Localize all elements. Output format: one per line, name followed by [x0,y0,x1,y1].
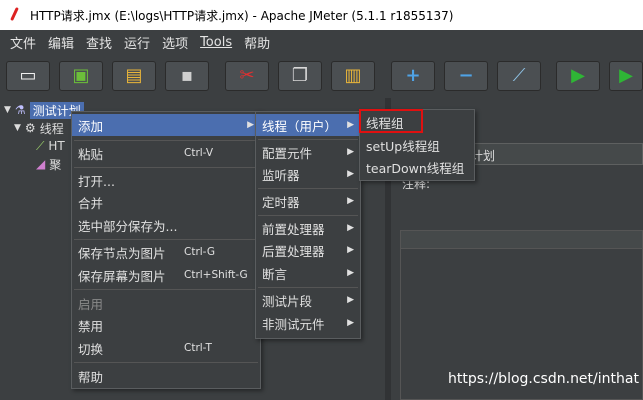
tree-node-thread-group[interactable]: ▼ ⚙ 线程 [14,119,64,137]
submenu-item-test-fragment[interactable]: 测试片段 ▶ [256,289,360,311]
submenu-item-assertion[interactable]: 断言 ▶ [256,262,360,284]
submenu-item-non-test-elements[interactable]: 非测试元件 ▶ [256,312,360,334]
submenu-item-threads[interactable]: 线程（用户） ▶ [256,114,360,136]
start-icon: ▶ [571,65,585,86]
collapse-all-button[interactable]: − [444,61,488,91]
paste-button[interactable]: ▥ [331,61,375,91]
submenu-item-pre-processor[interactable]: 前置处理器 ▶ [256,217,360,239]
menu-separator [258,188,358,189]
menu-separator [74,167,258,168]
tree-node-http-request[interactable]: ⟋ HT [36,137,65,155]
save-icon: ▪ [180,65,194,86]
menu-item-open[interactable]: 打开... [72,169,260,191]
menu-tools[interactable]: Tools [194,35,238,50]
menu-bar: 文件 编辑 查找 运行 选项 Tools 帮助 [0,30,643,54]
window-title: HTTP请求.jmx (E:\logs\HTTP请求.jmx) - Apache… [30,8,454,23]
expand-arrow-icon[interactable]: ▼ [14,123,21,133]
submenu-arrow-icon: ▶ [347,147,354,157]
tree-label-http: HT [48,139,65,153]
pipette-icon: ⟋ [36,138,45,153]
submenu-arrow-icon: ▶ [347,268,354,278]
menu-separator [74,239,258,240]
menu-separator [258,287,358,288]
menu-help[interactable]: 帮助 [238,33,276,52]
tree-label-thread-group: 线程 [39,121,64,136]
submenu-arrow-icon: ▶ [347,196,354,206]
expand-arrow-icon[interactable]: ▼ [4,105,11,115]
chart-icon: ◢ [36,157,46,171]
menu-edit[interactable]: 编辑 [42,33,80,52]
tree-label-listener: 聚 [49,157,62,172]
submenu-arrow-icon: ▶ [347,120,354,130]
submenu-item-timer[interactable]: 定时器 ▶ [256,190,360,212]
menu-options[interactable]: 选项 [156,33,194,52]
add-submenu: 线程（用户） ▶ 配置元件 ▶ 监听器 ▶ 定时器 ▶ 前置处理器 ▶ 后置处理… [255,111,361,339]
toolbar: ▭ ▣ ▤ ▪ ✂ ❐ ▥ + − ⟋ ▶ ▶ [0,54,643,98]
open-icon: ▤ [125,65,143,86]
menu-item-save-selection-as[interactable]: 选中部分保存为... [72,214,260,236]
menu-search[interactable]: 查找 [80,33,118,52]
menu-separator [74,140,258,141]
new-icon: ▭ [19,65,37,86]
flask-icon: ⚗ [14,103,26,117]
variables-table-header [401,231,642,249]
context-menu: 添加 ▶ 粘贴 Ctrl-V 打开... 合并 选中部分保存为... 保存节点为… [71,111,261,389]
submenu-arrow-icon: ▶ [247,120,254,130]
menu-item-disable[interactable]: 禁用 [72,314,260,336]
tree-node-listener[interactable]: ◢ 聚 [36,155,61,173]
menu-item-help[interactable]: 帮助 [72,365,260,387]
new-button[interactable]: ▭ [6,61,50,91]
menu-item-enable: 启用 [78,296,104,312]
menu-separator [74,362,258,363]
submenu-item-setup-thread-group[interactable]: setUp线程组 [360,134,474,156]
templates-icon: ▣ [72,65,90,86]
save-button[interactable]: ▪ [165,61,209,91]
toggle-button[interactable]: ⟋ [497,61,541,91]
copy-button[interactable]: ❐ [278,61,322,91]
submenu-arrow-icon: ▶ [347,223,354,233]
jmeter-feather-icon [8,7,22,23]
copy-icon: ❐ [291,65,309,86]
expand-icon: + [405,65,421,86]
submenu-item-teardown-thread-group[interactable]: tearDown线程组 [360,156,474,178]
watermark: https://blog.csdn.net/inthat [448,371,639,387]
highlight-annotation [359,109,423,133]
submenu-item-post-processor[interactable]: 后置处理器 ▶ [256,239,360,261]
cut-button[interactable]: ✂ [225,61,269,91]
start-button[interactable]: ▶ [556,61,600,91]
start-no-pause-icon: ▶ [619,65,633,86]
menu-separator [74,289,258,290]
submenu-arrow-icon: ▶ [347,169,354,179]
gear-icon: ⚙ [24,121,36,135]
submenu-arrow-icon: ▶ [347,245,354,255]
menu-file[interactable]: 文件 [4,33,42,52]
menu-item-toggle[interactable]: 切换 Ctrl-T [72,337,260,359]
menu-item-save-node-as-image[interactable]: 保存节点为图片 Ctrl-G [72,241,260,263]
menu-item-merge[interactable]: 合并 [72,191,260,213]
menu-separator [258,215,358,216]
start-no-pauses-button[interactable]: ▶ [609,61,643,91]
menu-run[interactable]: 运行 [118,33,156,52]
menu-item-add[interactable]: 添加 ▶ [72,114,260,136]
submenu-item-listener[interactable]: 监听器 ▶ [256,163,360,185]
collapse-icon: − [458,65,474,86]
paste-icon: ▥ [344,65,362,86]
submenu-item-config-element[interactable]: 配置元件 ▶ [256,141,360,163]
title-bar: HTTP请求.jmx (E:\logs\HTTP请求.jmx) - Apache… [0,0,643,30]
toggle-icon: ⟋ [512,65,526,86]
menu-item-paste[interactable]: 粘贴 Ctrl-V [72,142,260,164]
menu-separator [258,139,358,140]
name-field[interactable]: 计划 [470,143,643,165]
open-button[interactable]: ▤ [112,61,156,91]
templates-button[interactable]: ▣ [59,61,103,91]
submenu-arrow-icon: ▶ [347,318,354,328]
menu-item-save-screen-as-image[interactable]: 保存屏幕为图片 Ctrl+Shift-G [72,264,260,286]
cut-icon: ✂ [239,65,255,86]
submenu-arrow-icon: ▶ [347,295,354,305]
expand-all-button[interactable]: + [391,61,435,91]
